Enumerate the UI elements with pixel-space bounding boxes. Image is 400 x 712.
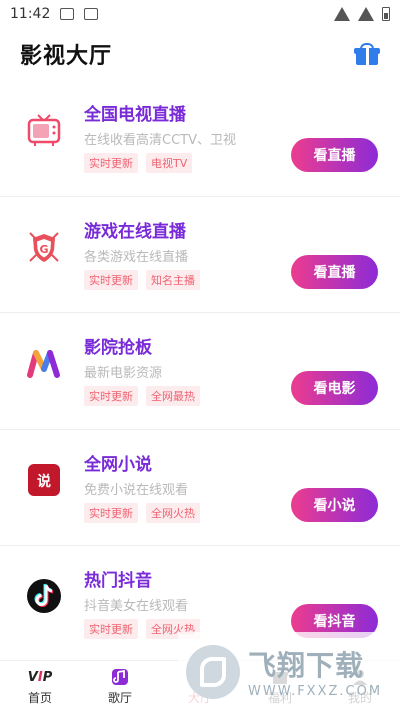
nav-home[interactable]: VIP 首页 [0,667,80,706]
watermark: 飞翔下载 WWW.FXXZ.COM [178,632,400,711]
list-item-tv-live[interactable]: 全国电视直播 在线收看高清CCTV、卫视 实时更新 电视TV 看直播 [0,80,400,197]
watermark-title: 飞翔下载 [248,649,365,682]
item-title: 热门抖音 [84,571,152,591]
movie-m-icon [24,343,64,383]
image-notification-icon [60,8,75,20]
signal-icon [358,7,374,21]
tag: 实时更新 [84,386,138,406]
tag: 知名主播 [146,269,200,290]
watermark-logo-icon [186,644,240,699]
battery-icon [382,7,390,21]
app-notification-icon [84,8,99,20]
nav-label: 歌厅 [107,691,132,705]
page-title: 影视大厅 [20,44,113,69]
tag: 实时更新 [84,619,138,639]
wifi-icon [334,7,350,21]
read-novel-button[interactable]: 看小说 [291,487,378,522]
item-description: 各类游戏在线直播 [84,249,189,265]
tag: 实时更新 [84,153,138,173]
item-tags: 实时更新 全网最热 [84,386,200,406]
novel-icon: 说 [24,460,64,500]
tag: 全网火热 [146,502,200,523]
nav-label: 首页 [27,691,52,705]
list-item-cinema[interactable]: 影院抢板 最新电影资源 实时更新 全网最热 看电影 [0,313,400,430]
music-icon [108,667,132,687]
item-title: 游戏在线直播 [84,221,186,242]
tag: 实时更新 [84,269,138,290]
status-bar: 11:42 [0,0,400,28]
watch-live-button[interactable]: 看直播 [291,254,378,289]
gift-icon[interactable] [354,43,380,65]
tv-icon [24,110,64,150]
vip-icon: VIP [27,669,53,685]
item-description: 在线收看高清CCTV、卫视 [84,133,236,148]
header: 影视大厅 [0,32,400,76]
service-list: 全国电视直播 在线收看高清CCTV、卫视 实时更新 电视TV 看直播 G 游戏在… [0,80,400,663]
item-description: 抖音美女在线观看 [84,599,189,614]
watch-movie-button[interactable]: 看电影 [291,371,378,405]
game-shield-icon: G [24,227,64,267]
status-time: 11:42 [10,6,51,22]
tag: 全网最热 [146,386,200,406]
svg-text:G: G [39,243,48,256]
watermark-url: WWW.FXXZ.COM [248,684,383,699]
item-title: 影院抢板 [84,338,152,358]
item-tags: 实时更新 知名主播 [84,269,200,290]
list-item-game-live[interactable]: G 游戏在线直播 各类游戏在线直播 实时更新 知名主播 看直播 [0,197,400,313]
svg-text:说: 说 [37,473,51,490]
item-description: 最新电影资源 [84,366,163,381]
watch-live-button[interactable]: 看直播 [291,138,378,172]
item-description: 免费小说在线观看 [84,482,189,498]
item-title: 全国电视直播 [84,105,186,125]
item-title: 全网小说 [84,454,152,475]
tag: 实时更新 [84,502,138,523]
list-item-novel[interactable]: 说 全网小说 免费小说在线观看 实时更新 全网火热 看小说 [0,430,400,546]
item-tags: 实时更新 电视TV [84,153,193,173]
tiktok-icon [24,576,64,616]
item-tags: 实时更新 全网火热 [84,502,200,523]
nav-karaoke[interactable]: 歌厅 [80,667,160,706]
tag: 电视TV [146,153,193,173]
